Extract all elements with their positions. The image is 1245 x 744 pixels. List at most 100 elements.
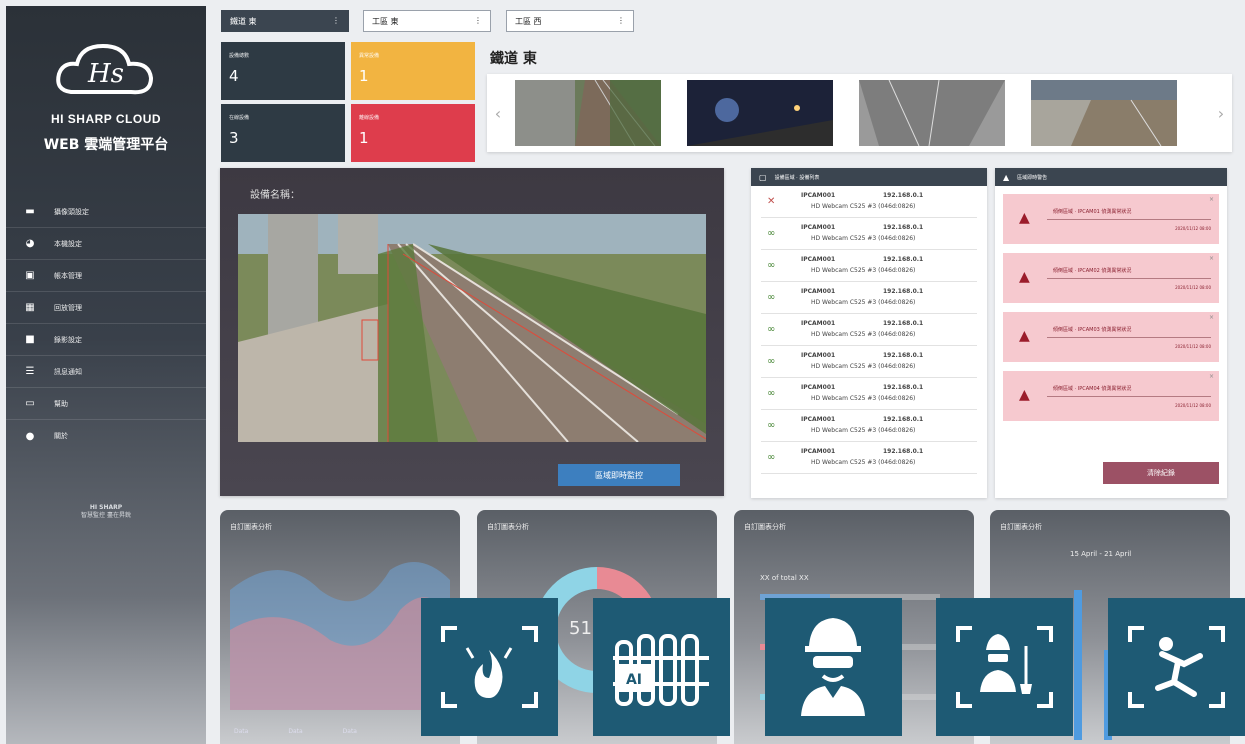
alert-divider xyxy=(1047,337,1211,338)
footer-slogan: 智慧監控 盡在昇銳 xyxy=(81,511,131,519)
stat-offline-devices[interactable]: 離線設備 1 xyxy=(351,104,475,162)
device-list-panel: ▢ 設備區域 · 設備列表 ✕ IPCAM001 192.168.0.1 HD Web… xyxy=(751,168,987,498)
zone-east-dropdown[interactable]: 工區 東 ⋮ xyxy=(363,10,491,32)
camera-thumbnail[interactable] xyxy=(515,80,661,146)
alert-divider xyxy=(1047,278,1211,279)
link-icon: ∞ xyxy=(767,452,776,463)
area-monitor-button[interactable]: 區域即時監控 xyxy=(558,464,680,486)
safety-helmet-feature[interactable] xyxy=(765,598,902,736)
warning-icon: ▲ xyxy=(1019,210,1030,226)
stat-online-devices[interactable]: 在線設備 3 xyxy=(221,104,345,162)
device-row[interactable]: ∞ IPCAM001 192.168.0.1 HD Webcam C525 #3 (0… xyxy=(761,378,977,410)
legend-item: Data xyxy=(342,728,357,735)
gauge-icon: ◕ xyxy=(25,238,35,249)
device-description: HD Webcam C525 #3 (046d:0826) xyxy=(811,299,916,306)
stat-value: 3 xyxy=(229,129,239,147)
sidebar-item-playback[interactable]: ▦ 回放管理 xyxy=(6,292,206,324)
alert-item[interactable]: ▲ 傾倒區域 · IPCAM04 偵測異常狀況 2020/11/12 08:00 × xyxy=(1003,371,1219,421)
link-icon: ∞ xyxy=(767,388,776,399)
dropdown-value: 鐵道 東 xyxy=(230,16,257,26)
device-ip: 192.168.0.1 xyxy=(883,288,924,295)
device-ip: 192.168.0.1 xyxy=(883,384,924,391)
device-row[interactable]: ∞ IPCAM001 192.168.0.1 HD Webcam C525 #3 (0… xyxy=(761,250,977,282)
ai-fence-icon: AI xyxy=(613,634,709,706)
sidebar-item-label: 錄影設定 xyxy=(54,335,82,344)
alert-item[interactable]: ▲ 傾倒區域 · IPCAM03 偵測異常狀況 2020/11/12 08:00 × xyxy=(1003,312,1219,362)
railway-filter-dropdown[interactable]: 鐵道 東 ⋮ xyxy=(221,10,349,32)
clear-records-button[interactable]: 清除紀錄 xyxy=(1103,462,1219,484)
device-name: IPCAM001 xyxy=(801,192,836,199)
sidebar-item-local-settings[interactable]: ◕ 本機設定 xyxy=(6,228,206,260)
alerts-title: 區域即時警告 xyxy=(1017,174,1048,181)
carousel-prev-icon[interactable]: ‹ xyxy=(487,74,509,152)
fall-detection-feature[interactable] xyxy=(1108,598,1245,736)
worker-ppe-feature[interactable] xyxy=(936,598,1073,736)
stat-value: 1 xyxy=(359,67,369,85)
ai-fence-feature[interactable]: AI xyxy=(593,598,730,736)
device-name: IPCAM001 xyxy=(801,384,836,391)
device-name: IPCAM001 xyxy=(801,448,836,455)
dropdown-value: 工區 東 xyxy=(372,16,399,26)
close-icon[interactable]: × xyxy=(1209,255,1214,262)
device-description: HD Webcam C525 #3 (046d:0826) xyxy=(811,427,916,434)
night-site-thumbnail-image xyxy=(687,80,833,146)
sidebar-item-label: 幫助 xyxy=(54,399,68,408)
device-row[interactable]: ∞ IPCAM001 192.168.0.1 HD Webcam C525 #3 (0… xyxy=(761,282,977,314)
device-row[interactable]: ∞ IPCAM001 192.168.0.1 HD Webcam C525 #3 (0… xyxy=(761,442,977,474)
device-row[interactable]: ∞ IPCAM001 192.168.0.1 HD Webcam C525 #3 (0… xyxy=(761,218,977,250)
camera-thumbnail[interactable] xyxy=(859,80,1005,146)
device-name: IPCAM001 xyxy=(801,352,836,359)
sidebar-item-camera-settings[interactable]: ▬ 攝像頭設定 xyxy=(6,196,206,228)
link-broken-icon: ✕ xyxy=(767,196,776,207)
sidebar-item-notifications[interactable]: ☰ 訊息通知 xyxy=(6,356,206,388)
stat-abnormal-devices[interactable]: 異常設備 1 xyxy=(351,42,475,100)
zone-west-dropdown[interactable]: 工區 西 ⋮ xyxy=(506,10,634,32)
device-row[interactable]: ∞ IPCAM001 192.168.0.1 HD Webcam C525 #3 (0… xyxy=(761,346,977,378)
sidebar-item-about[interactable]: ● 關於 xyxy=(6,420,206,452)
device-ip: 192.168.0.1 xyxy=(883,256,924,263)
sidebar-item-account[interactable]: ▣ 帳本管理 xyxy=(6,260,206,292)
dropdown-caret-icon: ⋮ xyxy=(474,16,482,25)
alert-timestamp: 2020/11/12 08:00 xyxy=(1175,344,1211,349)
alerts-header: ▲ 區域即時警告 xyxy=(995,168,1227,186)
alert-item[interactable]: ▲ 傾倒區域 · IPCAM02 偵測異常狀況 2020/11/12 08:00 × xyxy=(1003,253,1219,303)
device-description: HD Webcam C525 #3 (046d:0826) xyxy=(811,331,916,338)
alerts-panel: ▲ 區域即時警告 ▲ 傾倒區域 · IPCAM01 偵測異常狀況 2020/11/1… xyxy=(995,168,1227,498)
device-description: HD Webcam C525 #3 (046d:0826) xyxy=(811,363,916,370)
image-icon: ▦ xyxy=(25,302,35,313)
close-icon[interactable]: × xyxy=(1209,373,1214,380)
brand-name: HI SHARP CLOUD xyxy=(50,112,162,126)
safety-helmet-worker-icon xyxy=(801,618,865,716)
link-icon: ∞ xyxy=(767,260,776,271)
sidebar: Hs HI SHARP CLOUD WEB 雲端管理平台 ▬ 攝像頭設定 ◕ 本… xyxy=(6,6,206,744)
alert-text: 傾倒區域 · IPCAM02 偵測異常狀況 xyxy=(1053,268,1132,274)
sidebar-item-label: 關於 xyxy=(54,432,68,440)
device-ip: 192.168.0.1 xyxy=(883,352,924,359)
donut-center-value: 51 xyxy=(569,618,592,639)
camera-thumbnail[interactable] xyxy=(1031,80,1177,146)
stat-total-devices[interactable]: 設備總數 4 xyxy=(221,42,345,100)
device-ip: 192.168.0.1 xyxy=(883,416,924,423)
info-icon: ● xyxy=(25,430,35,442)
dropdown-caret-icon: ⋮ xyxy=(332,16,340,25)
legend-item: Data xyxy=(288,728,303,735)
camera-thumbnail[interactable] xyxy=(687,80,833,146)
dropdown-caret-icon: ⋮ xyxy=(617,16,625,25)
device-description: HD Webcam C525 #3 (046d:0826) xyxy=(811,395,916,402)
tunnel-thumbnail-image xyxy=(859,80,1005,146)
sidebar-item-help[interactable]: ▭ 幫助 xyxy=(6,388,206,420)
live-camera-feed[interactable] xyxy=(238,214,706,442)
close-icon[interactable]: × xyxy=(1209,196,1214,203)
device-row[interactable]: ✕ IPCAM001 192.168.0.1 HD Webcam C525 #3 (0… xyxy=(761,186,977,218)
device-row[interactable]: ∞ IPCAM001 192.168.0.1 HD Webcam C525 #3 (0… xyxy=(761,410,977,442)
close-icon[interactable]: × xyxy=(1209,314,1214,321)
sidebar-item-recording[interactable]: ■ 錄影設定 xyxy=(6,324,206,356)
device-description: HD Webcam C525 #3 (046d:0826) xyxy=(811,235,916,242)
device-row[interactable]: ∞ IPCAM001 192.168.0.1 HD Webcam C525 #3 (0… xyxy=(761,314,977,346)
alert-item[interactable]: ▲ 傾倒區域 · IPCAM01 偵測異常狀況 2020/11/12 08:00 × xyxy=(1003,194,1219,244)
fire-detection-feature[interactable] xyxy=(421,598,558,736)
link-icon: ∞ xyxy=(767,420,776,431)
construction-thumbnail-image xyxy=(1031,80,1177,146)
carousel-next-icon[interactable]: › xyxy=(1210,74,1232,152)
stat-label: 離線設備 xyxy=(359,115,380,121)
